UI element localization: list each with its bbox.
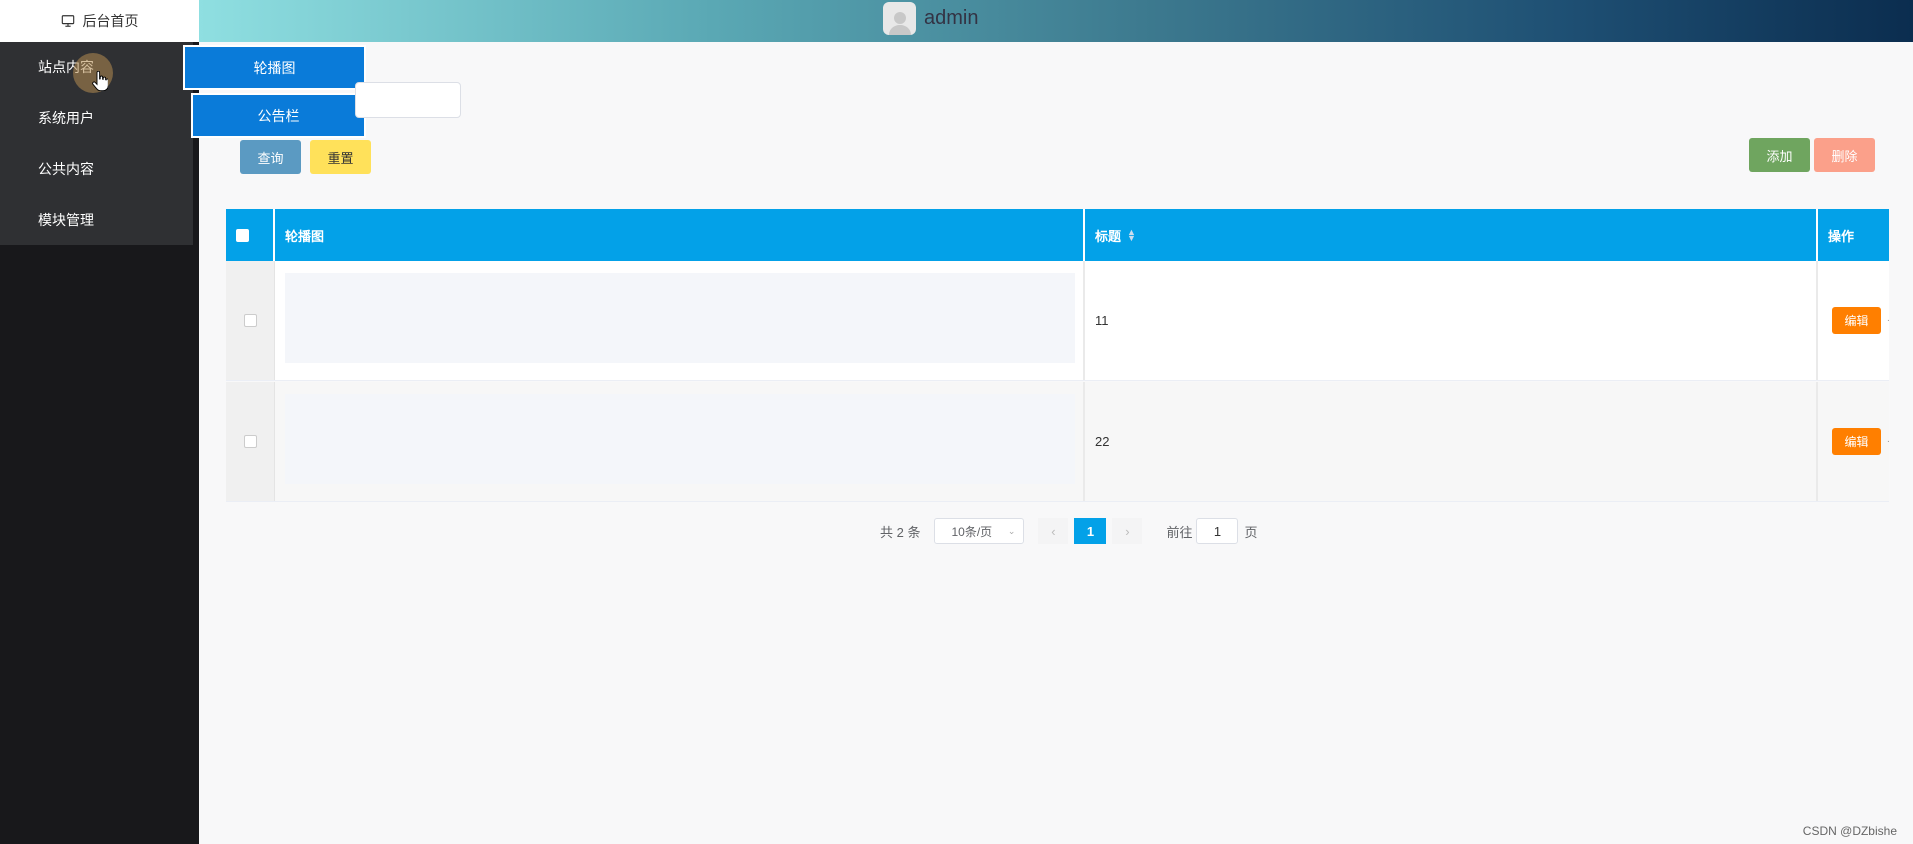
row-checkbox[interactable] xyxy=(243,435,257,448)
row-title: 22 xyxy=(1095,434,1110,449)
column-label: 标题 xyxy=(1095,228,1122,244)
submenu-flyout: 轮播图 公告栏 xyxy=(183,45,366,140)
username: admin xyxy=(924,7,979,29)
table-row: 22 编辑 . xyxy=(226,382,1890,502)
top-header: admin xyxy=(199,0,1913,42)
page-suffix: 页 xyxy=(1244,524,1258,540)
more-indicator: . xyxy=(1887,434,1890,445)
header-checkbox-cell xyxy=(226,209,275,261)
sidebar-item-label: 系统用户 xyxy=(38,110,94,126)
more-indicator: . xyxy=(1887,313,1890,324)
submenu-item-notice-board[interactable]: 公告栏 xyxy=(191,93,366,138)
sort-icon[interactable]: ▲ ▼ xyxy=(1127,228,1136,243)
next-page-button[interactable]: › xyxy=(1112,518,1143,544)
table-row: 11 编辑 . xyxy=(226,261,1890,381)
user-icon xyxy=(888,12,911,35)
prev-page-button[interactable]: ‹ xyxy=(1038,518,1069,544)
select-all-checkbox[interactable] xyxy=(236,228,249,242)
row-checkbox-cell xyxy=(226,382,275,501)
column-header-actions: 操作 xyxy=(1818,209,1889,261)
column-divider xyxy=(1816,261,1818,380)
edit-button[interactable]: 编辑 xyxy=(1832,307,1881,334)
page-number-current[interactable]: 1 xyxy=(1074,518,1107,544)
sidebar: 后台首页 站点内容 系统用户 公共内容 模块管理 xyxy=(0,0,199,844)
submenu-item-carousel[interactable]: 轮播图 xyxy=(183,45,366,90)
home-link[interactable]: 后台首页 xyxy=(0,0,199,42)
column-divider xyxy=(1083,261,1085,380)
goto-page-input[interactable] xyxy=(1196,518,1239,544)
chevron-right-icon: › xyxy=(1125,523,1130,539)
column-header-title[interactable]: 标题 ▲ ▼ xyxy=(1085,209,1818,261)
hand-cursor-icon xyxy=(92,71,108,91)
total-count: 共 2 条 xyxy=(880,524,921,540)
pagination: 共 2 条 10条/页 ⌄ ‹ 1 › 前往 页 xyxy=(880,518,1258,544)
sidebar-item-module-management[interactable]: 模块管理 xyxy=(0,195,193,246)
column-divider xyxy=(1083,382,1085,501)
chevron-left-icon: ‹ xyxy=(1051,523,1056,539)
avatar xyxy=(883,2,916,35)
reset-button[interactable]: 重置 xyxy=(310,140,371,174)
monitor-icon xyxy=(61,15,74,27)
table-header: 轮播图 标题 ▲ ▼ 操作 xyxy=(226,209,1889,261)
sidebar-item-label: 模块管理 xyxy=(38,212,94,228)
page-size-value: 10条/页 xyxy=(951,524,993,539)
sidebar-item-label: 公共内容 xyxy=(38,161,94,177)
carousel-image-placeholder xyxy=(285,273,1075,363)
goto-label: 前往 xyxy=(1166,524,1193,540)
column-divider xyxy=(1816,382,1818,501)
add-button[interactable]: 添加 xyxy=(1749,138,1810,172)
column-label: 轮播图 xyxy=(285,228,325,244)
home-label: 后台首页 xyxy=(82,13,139,29)
title-search-input[interactable] xyxy=(355,82,461,118)
carousel-image-placeholder xyxy=(285,394,1075,484)
row-checkbox[interactable] xyxy=(243,314,257,327)
watermark: CSDN @DZbishe xyxy=(1802,824,1897,838)
query-button[interactable]: 查询 xyxy=(240,140,301,174)
column-label: 操作 xyxy=(1828,228,1855,244)
chevron-down-icon: ⌄ xyxy=(1007,525,1016,536)
sidebar-item-system-users[interactable]: 系统用户 xyxy=(0,93,193,144)
row-title: 11 xyxy=(1095,313,1109,328)
page-size-select[interactable]: 10条/页 ⌄ xyxy=(934,518,1025,544)
delete-button[interactable]: 删除 xyxy=(1814,138,1875,172)
sidebar-item-public-content[interactable]: 公共内容 xyxy=(0,144,193,195)
column-header-carousel: 轮播图 xyxy=(275,209,1085,261)
edit-button[interactable]: 编辑 xyxy=(1832,428,1881,455)
row-checkbox-cell xyxy=(226,261,275,380)
user-menu[interactable]: admin xyxy=(883,2,978,35)
